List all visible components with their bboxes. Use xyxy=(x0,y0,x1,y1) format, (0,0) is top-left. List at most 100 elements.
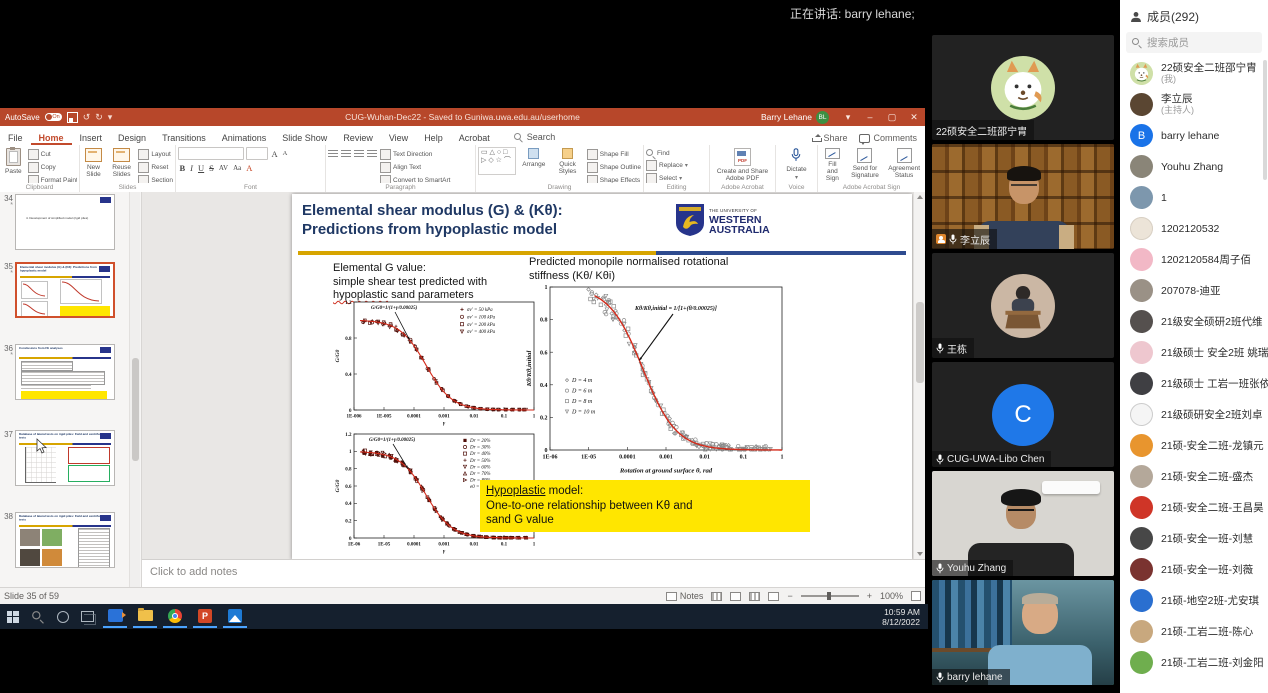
dictate-button[interactable]: Dictate▾ xyxy=(783,147,809,183)
member-row[interactable]: 1202120532 xyxy=(1120,213,1268,244)
start-button[interactable] xyxy=(0,604,25,629)
member-row[interactable]: 21硕-工岩二班-刘金阳 xyxy=(1120,647,1268,678)
zoom-slider[interactable] xyxy=(801,595,859,597)
account-name[interactable]: Barry Lehane xyxy=(761,112,812,122)
ribbon-tab-transitions[interactable]: Transitions xyxy=(154,130,214,145)
align-text-button[interactable]: Align Text xyxy=(380,162,450,173)
ppt-titlebar[interactable]: AutoSave On ↺ ↻ ▾ CUG-Wuhan-Dec22 - Save… xyxy=(0,108,925,126)
ribbon-tab-animations[interactable]: Animations xyxy=(214,130,275,145)
numbering-icon[interactable] xyxy=(341,150,351,158)
arrange-button[interactable]: Arrange xyxy=(519,147,548,183)
slide-thumbnail-36[interactable]: 36*Conclusions from FE analyses xyxy=(0,344,115,400)
member-row[interactable]: 21硕-安全二班-龙镇元 xyxy=(1120,430,1268,461)
ribbon-tab-insert[interactable]: Insert xyxy=(72,130,111,145)
section-button[interactable]: Section xyxy=(138,175,173,183)
video-tile-5[interactable]: Youhu Zhang xyxy=(932,471,1114,576)
undo-icon[interactable]: ↺ xyxy=(83,113,91,122)
minimize-button[interactable]: – xyxy=(859,108,881,126)
zoom-in-button[interactable]: + xyxy=(867,591,872,601)
character-spacing-button[interactable]: AV xyxy=(217,164,229,172)
font-size-select[interactable] xyxy=(246,147,268,160)
line-spacing-icon[interactable] xyxy=(367,150,377,158)
taskbar-powerpoint-icon[interactable]: P xyxy=(193,605,217,628)
account-avatar[interactable]: BL xyxy=(816,111,829,124)
member-row[interactable]: Bbarry lehane xyxy=(1120,120,1268,151)
notes-toggle-button[interactable]: Notes xyxy=(666,591,704,601)
share-button[interactable]: Share xyxy=(812,133,847,143)
member-row[interactable]: 21硕-安全二班-盛杰 xyxy=(1120,461,1268,492)
ribbon-tab-review[interactable]: Review xyxy=(335,130,381,145)
ribbon-search[interactable]: Search xyxy=(514,132,556,145)
ribbon-tab-file[interactable]: File xyxy=(0,130,31,145)
slide-thumbnail-37[interactable]: 37Database of lateral tests on rigid pil… xyxy=(0,430,115,486)
ribbon-tab-design[interactable]: Design xyxy=(110,130,154,145)
new-slide-button[interactable]: New Slide xyxy=(82,147,105,183)
reset-button[interactable]: Reset xyxy=(138,162,173,173)
member-search-box[interactable] xyxy=(1126,32,1262,53)
font-color-button[interactable]: A xyxy=(245,163,254,173)
save-icon[interactable] xyxy=(67,112,78,123)
shape-effects-button[interactable]: Shape Effects xyxy=(587,175,641,183)
zoom-out-button[interactable]: − xyxy=(787,591,792,601)
comments-button[interactable]: Comments xyxy=(859,133,917,143)
zoom-level[interactable]: 100% xyxy=(880,591,903,601)
member-row[interactable]: 1 xyxy=(1120,182,1268,213)
thumbnail-image[interactable]: Database of lateral tests on rigid piles… xyxy=(15,512,115,568)
strikethrough-button[interactable]: S xyxy=(208,163,216,173)
member-row[interactable]: 207078-迪亚 xyxy=(1120,275,1268,306)
video-tile-2[interactable]: 李立辰 xyxy=(932,144,1114,249)
notes-pane[interactable]: Click to add notes xyxy=(142,559,925,587)
slide-number-indicator[interactable]: Slide 35 of 59 xyxy=(4,591,59,601)
taskbar-chrome-icon[interactable] xyxy=(163,605,187,628)
restore-button[interactable]: ▢ xyxy=(881,108,903,126)
create-share-pdf-button[interactable]: Create and Share Adobe PDF xyxy=(712,147,773,183)
slide-35[interactable]: Elemental shear modulus (G) & (Kθ): Pred… xyxy=(292,194,912,559)
send-for-signature-button[interactable]: Send for Signature xyxy=(848,147,882,183)
convert-smartart-button[interactable]: Convert to SmartArt xyxy=(380,175,450,183)
member-row[interactable]: 21级硕士 工岩一班张依杰 xyxy=(1120,368,1268,399)
slide-thumbnail-35[interactable]: 35*Elemental shear modulus (G) & (Kθ): P… xyxy=(0,262,115,318)
format-painter-button[interactable]: Format Painter xyxy=(28,175,77,183)
bold-button[interactable]: B xyxy=(178,163,187,173)
member-row[interactable]: 21硕-工岩二班-陈心 xyxy=(1120,616,1268,647)
video-tile-1[interactable]: 22硕安全二班邵宁胄 xyxy=(932,35,1114,140)
video-tile-3[interactable]: 王栋 xyxy=(932,253,1114,358)
shape-fill-button[interactable]: Shape Fill xyxy=(587,149,641,160)
cut-button[interactable]: Cut xyxy=(28,149,77,160)
member-row[interactable]: Youhu Zhang xyxy=(1120,151,1268,182)
thumbnail-image[interactable]: Database of lateral tests on rigid piles… xyxy=(15,430,115,486)
agreement-status-button[interactable]: Agreement Status xyxy=(885,147,923,183)
taskbar-search-icon[interactable] xyxy=(25,604,50,629)
member-search-input[interactable] xyxy=(1145,36,1249,50)
underline-button[interactable]: U xyxy=(197,163,206,173)
shrink-font-button[interactable]: A xyxy=(281,150,289,157)
member-row[interactable]: 21硕-安全二班-王昌昊 xyxy=(1120,492,1268,523)
member-row[interactable]: 21级硕研安全2班刘卓 xyxy=(1120,399,1268,430)
thumbnail-image[interactable]: Conclusions from FE analyses xyxy=(15,344,115,400)
members-scrollbar[interactable] xyxy=(1263,60,1267,180)
taskbar-file-explorer-icon[interactable] xyxy=(133,605,157,628)
fit-to-window-icon[interactable] xyxy=(911,591,921,601)
thumbnail-image[interactable]: Elemental shear modulus (G) & (Kθ): Pred… xyxy=(15,262,115,318)
quick-access-caret-icon[interactable]: ▾ xyxy=(108,113,113,122)
taskbar-meeting-app-icon[interactable] xyxy=(103,605,127,628)
slide-thumbnail-34[interactable]: 34*4. Development of simplified model (r… xyxy=(0,194,115,250)
ribbon-tab-home[interactable]: Home xyxy=(31,130,72,145)
font-name-select[interactable] xyxy=(178,147,244,160)
member-row[interactable]: 21硕-安全一班-刘慧 xyxy=(1120,523,1268,554)
slide-thumbnail-38[interactable]: 38Database of lateral tests on rigid pil… xyxy=(0,512,115,568)
member-row[interactable]: 1202120584周子佰 xyxy=(1120,244,1268,275)
video-tile-6[interactable]: barry lehane xyxy=(932,580,1114,685)
member-row[interactable]: 21级硕士 安全2班 姚瑞 xyxy=(1120,337,1268,368)
fill-and-sign-button[interactable]: Fill and Sign xyxy=(820,147,845,183)
redo-icon[interactable]: ↻ xyxy=(95,113,103,122)
ribbon-tab-slide-show[interactable]: Slide Show xyxy=(274,130,335,145)
reading-view-button[interactable] xyxy=(749,592,760,601)
canvas-scrollbar[interactable] xyxy=(913,192,925,559)
task-view-icon[interactable] xyxy=(75,604,100,629)
video-tile-4[interactable]: CCUG-UWA-Libo Chen xyxy=(932,362,1114,467)
member-row[interactable]: 李立辰(主持人) xyxy=(1120,89,1268,120)
paste-button[interactable]: Paste xyxy=(2,147,25,183)
text-direction-button[interactable]: Text Direction xyxy=(380,149,450,160)
close-button[interactable]: ✕ xyxy=(903,108,925,126)
